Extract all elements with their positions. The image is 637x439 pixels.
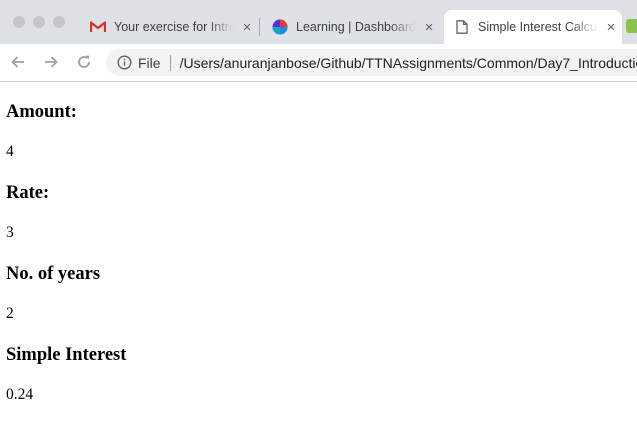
tab-separator xyxy=(259,18,260,36)
tab-title: Learning | Dashboard xyxy=(296,20,416,34)
years-label: No. of years xyxy=(6,264,101,284)
info-icon[interactable] xyxy=(116,55,132,71)
close-tab-icon[interactable]: × xyxy=(604,19,618,36)
close-tab-icon[interactable]: × xyxy=(422,19,436,36)
simple-interest-label: Simple Interest xyxy=(6,345,127,365)
browser-tab-learning[interactable]: Learning | Dashboard × xyxy=(262,10,440,44)
reload-icon[interactable] xyxy=(74,52,94,72)
amount-label: Amount: xyxy=(6,102,77,122)
forward-arrow-icon[interactable] xyxy=(41,52,61,72)
address-bar-divider xyxy=(169,54,171,71)
document-icon xyxy=(454,19,470,35)
back-arrow-icon[interactable] xyxy=(8,52,28,72)
years-value: 2 xyxy=(6,305,14,322)
tab-title: Simple Interest Calculator xyxy=(478,20,598,34)
rate-value: 3 xyxy=(6,224,14,241)
url-scheme-label: File xyxy=(138,54,161,71)
window-close-button[interactable] xyxy=(13,16,25,28)
tab-title: Your exercise for Introduction xyxy=(114,20,234,34)
amount-value: 4 xyxy=(6,143,14,160)
window-maximize-button[interactable] xyxy=(53,16,65,28)
browser-toolbar: File /Users/anuranjanbose/Github/TTNAssi… xyxy=(0,44,637,82)
extra-tab-favicon-icon[interactable] xyxy=(626,19,637,33)
simple-interest-value: 0.24 xyxy=(6,386,34,403)
page-content: Amount: 4 Rate: 3 No. of years 2 Simple … xyxy=(6,81,626,404)
rate-label: Rate: xyxy=(6,183,50,203)
browser-tab-gmail[interactable]: Your exercise for Introduction × xyxy=(80,10,258,44)
url-text[interactable]: /Users/anuranjanbose/Github/TTNAssignmen… xyxy=(180,55,637,71)
window-minimize-button[interactable] xyxy=(33,16,45,28)
gmail-icon xyxy=(90,19,106,35)
learning-logo-icon xyxy=(272,19,288,35)
browser-tab-active[interactable]: Simple Interest Calculator × xyxy=(444,10,622,44)
close-tab-icon[interactable]: × xyxy=(240,19,254,36)
tab-strip: Your exercise for Introduction × Learnin… xyxy=(0,0,637,44)
address-bar[interactable]: File /Users/anuranjanbose/Github/TTNAssi… xyxy=(106,49,637,76)
